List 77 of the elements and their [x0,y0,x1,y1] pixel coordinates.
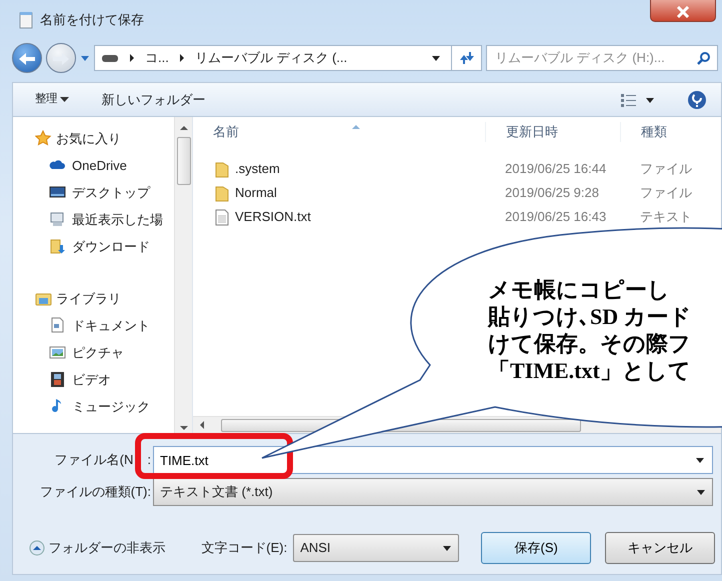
window-title: 名前を付けて保存 [40,11,144,30]
folder-icon [215,184,229,202]
view-list-icon[interactable] [621,92,637,106]
type-cell-text: ファイル [639,184,693,202]
file-name[interactable]: Normal [235,183,277,203]
star-icon [35,130,52,147]
drive-icon [101,53,119,63]
breadcrumb[interactable]: コ... [145,48,169,68]
encoding-select[interactable]: ANSI [293,534,460,562]
folder-icon [215,160,229,178]
date-cell-text: 2019/06/25 9:28 [504,184,600,202]
sidebar-item[interactable]: ドキュメント [72,316,150,336]
chevron-icon [129,54,135,62]
refresh-icon[interactable] [458,51,476,65]
file-name[interactable]: VERSION.txt [235,207,311,227]
type-cell-text: ファイル [639,160,693,178]
field-label: 文字コード(E): [201,539,288,558]
date-cell-text: 2019/06/25 16:44 [504,160,608,178]
dropdown-arrow-icon[interactable] [645,96,655,104]
forward-button[interactable] [46,43,76,73]
scroll-thumb[interactable] [176,137,190,185]
search-field[interactable]: リムーバブル ディスク (H:)... [486,45,718,71]
picture-icon [49,344,66,361]
download-folder-icon [49,238,66,255]
field-label: ファイル名(N [54,452,134,468]
sidebar-item[interactable]: 最近表示した場 [72,210,163,230]
new-folder-button[interactable]: 新しいフォルダー [101,90,206,110]
column-header[interactable]: 更新日時 [485,122,620,142]
close-button[interactable] [650,0,716,22]
scroll-down-icon[interactable] [180,423,188,433]
file-type-select[interactable]: テキスト文書 (*.txt) [153,478,713,506]
scrollbar[interactable] [174,117,192,433]
address-bar[interactable]: コ... リムーバブル ディスク (... [94,45,482,71]
callout-text: メモ帳にコピーし [488,276,671,303]
dropdown-arrow-icon[interactable] [431,54,441,62]
sidebar-group[interactable]: お気に入り [56,128,121,148]
column-header[interactable]: 種類 [620,122,721,142]
callout-text: 貼りつけ､SD カード [488,303,692,330]
dropdown-arrow-icon[interactable] [695,456,705,464]
arrow-left-icon [17,50,37,67]
save-button[interactable]: 保存(S) [481,532,592,564]
callout-text: 「TIME.txt」として [488,357,692,384]
sidebar-item[interactable]: OneDrive [72,156,127,176]
computer-icon [49,211,66,228]
document-icon [49,317,66,334]
colon-text: : [147,452,151,468]
chevron-icon [178,54,185,62]
sidebar-item[interactable]: デスクトップ [72,182,150,202]
type-cell-text: テキスト [639,208,693,226]
sort-arrow-icon [352,124,360,130]
help-icon[interactable] [687,90,707,110]
sidebar-item[interactable]: ビデオ [72,370,111,390]
search-icon [697,51,711,65]
back-button[interactable] [12,43,42,73]
sidebar-item[interactable]: ピクチャ [72,342,124,362]
hide-folders-button[interactable]: フォルダーの非表示 [29,538,166,558]
text-file-icon [215,208,229,226]
column-header[interactable]: 名前 [193,122,485,142]
file-name[interactable]: .system [235,159,280,179]
close-icon [676,6,690,18]
sidebar-item[interactable]: ダウンロード [72,236,150,256]
filename-field[interactable]: TIME.txt [153,446,713,474]
dropdown-arrow-icon [442,544,452,552]
scroll-up-icon[interactable] [180,123,188,133]
sidebar-group[interactable]: ライブラリ [56,288,121,308]
breadcrumb[interactable]: リムーバブル ディスク (... [194,48,348,68]
film-icon [49,371,66,388]
cancel-button[interactable]: キャンセル [605,532,716,564]
date-cell-text: 2019/06/25 16:43 [504,208,608,226]
notepad-icon [18,11,34,29]
organize-menu[interactable]: 整理 [35,90,70,108]
sidebar-item[interactable]: ミュージック [72,396,150,416]
dropdown-arrow-icon[interactable] [696,488,706,496]
field-label: ファイルの種類(T): [38,483,152,502]
callout-text: けて保存。その際フ [488,330,692,357]
caret-icon [60,96,70,102]
collapse-icon [29,540,45,556]
